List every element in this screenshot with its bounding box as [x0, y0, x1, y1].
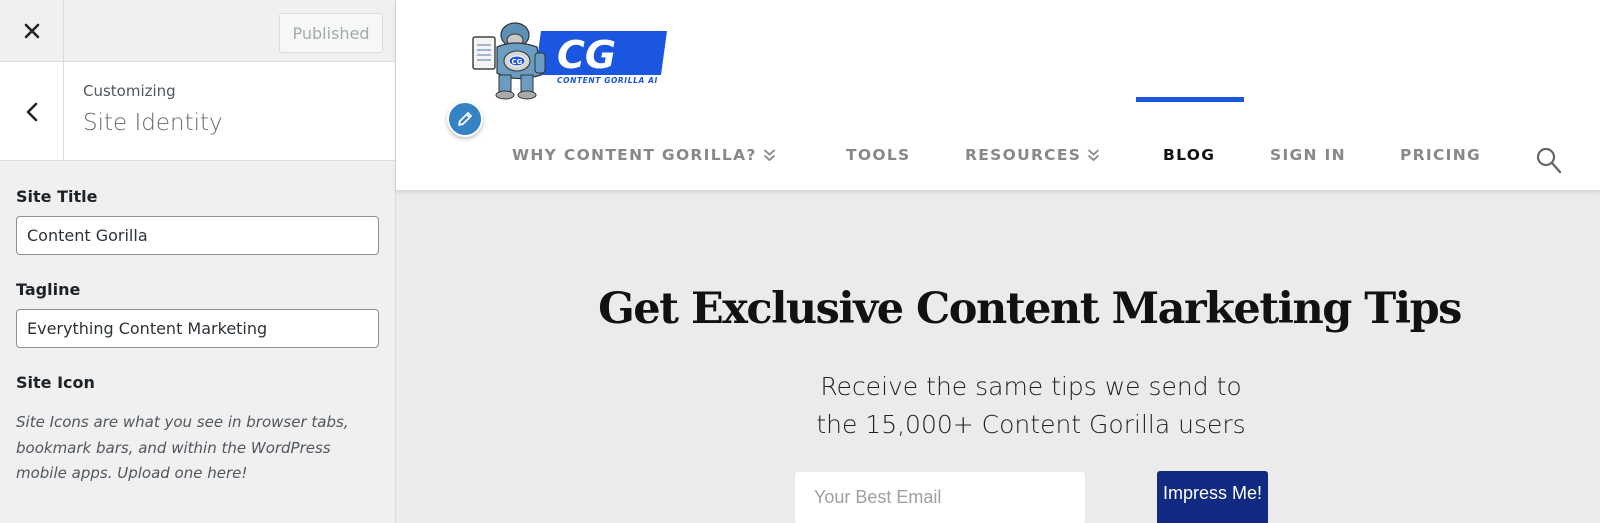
hero-subtitle: Receive the same tips we send to the 15,… [396, 368, 1600, 444]
svg-text:CONTENT GORILLA AI: CONTENT GORILLA AI [557, 76, 658, 85]
section-title: Site Identity [83, 110, 223, 136]
customizer-sidebar: Published Customizing Site Identity Site… [0, 0, 396, 523]
nav-item-resources[interactable]: Resources [965, 146, 1100, 164]
site-logo[interactable]: CG CG AI CONTENT GORILLA AI [471, 13, 671, 101]
breadcrumb: Customizing [83, 82, 176, 100]
nav-label: Tools [846, 146, 911, 164]
tagline-label: Tagline [16, 280, 81, 299]
edit-shortcut-button[interactable] [447, 101, 483, 137]
nav-item-blog[interactable]: Blog [1163, 146, 1215, 164]
nav-item-pricing[interactable]: Pricing [1400, 146, 1481, 164]
search-icon [1536, 147, 1562, 174]
site-icon-label: Site Icon [16, 373, 95, 392]
svg-text:CG: CG [557, 33, 616, 77]
pencil-icon [458, 112, 472, 126]
impress-me-button[interactable]: Impress Me! [1157, 471, 1268, 523]
close-customizer-button[interactable] [0, 0, 64, 62]
chevron-left-icon [26, 102, 37, 121]
gorilla-logo-icon: CG CG AI CONTENT GORILLA AI [472, 22, 667, 100]
site-icon-description: Site Icons are what you see in browser t… [16, 413, 349, 482]
site-header: CG CG AI CONTENT GORILLA AI Why Content [396, 0, 1600, 190]
nav-item-why-content-gorilla[interactable]: Why Content Gorilla? [512, 146, 776, 164]
svg-text:AI: AI [633, 46, 658, 71]
nav-label: Pricing [1400, 146, 1481, 164]
tagline-input[interactable] [16, 309, 379, 348]
svg-text:CG: CG [512, 58, 523, 66]
main-navigation: Why Content Gorilla? Tools Resources Blo… [396, 140, 1600, 170]
double-chevron-down-icon [1087, 148, 1100, 162]
hero-subtitle-line-1: Receive the same tips we send to [820, 372, 1242, 401]
active-nav-indicator [1136, 97, 1244, 102]
nav-item-tools[interactable]: Tools [846, 146, 910, 164]
double-chevron-down-icon [763, 148, 776, 162]
nav-label: Blog [1163, 146, 1216, 164]
hero-subtitle-line-2: the 15,000+ Content Gorilla users [816, 410, 1246, 439]
section-header: Customizing Site Identity [0, 62, 395, 161]
customizer-controls: Site Title Tagline Site Icon Site Icons … [0, 187, 395, 487]
back-button[interactable] [0, 62, 64, 161]
nav-label: Resources [965, 146, 1082, 164]
site-title-input[interactable] [16, 216, 379, 255]
search-button[interactable] [1536, 147, 1562, 180]
customizer-header: Published [0, 0, 395, 62]
nav-label: Sign In [1270, 146, 1346, 164]
email-input[interactable] [795, 472, 1085, 523]
publish-button[interactable]: Published [279, 13, 383, 53]
nav-item-sign-in[interactable]: Sign In [1270, 146, 1346, 164]
site-title-label: Site Title [16, 187, 98, 206]
site-preview: CG CG AI CONTENT GORILLA AI Why Content [396, 0, 1600, 523]
nav-label: Why Content Gorilla? [512, 146, 757, 164]
close-icon [24, 23, 39, 39]
hero-title: Get Exclusive Content Marketing Tips [598, 284, 1462, 334]
